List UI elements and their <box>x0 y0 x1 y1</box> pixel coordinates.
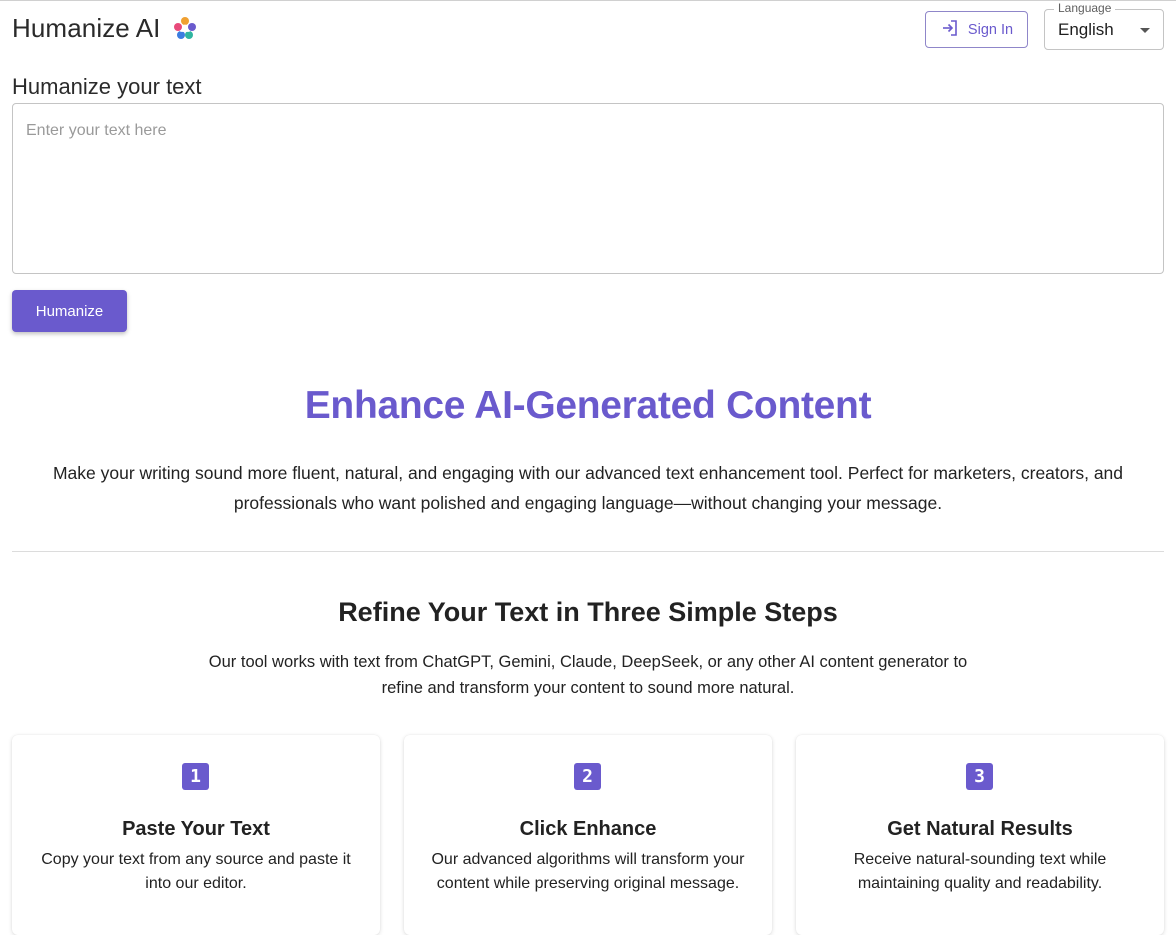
section-divider <box>12 551 1164 552</box>
step-text: Receive natural-sounding text while main… <box>853 851 1107 892</box>
step-text: Copy your text from any source and paste… <box>41 851 351 892</box>
sign-in-icon <box>940 18 960 42</box>
brand[interactable]: Humanize AI <box>12 13 199 44</box>
step-title: Click Enhance <box>519 818 657 840</box>
step-text: Our advanced algorithms will transform y… <box>431 851 745 892</box>
step-title: Paste Your Text <box>122 818 270 840</box>
humanize-button[interactable]: Humanize <box>12 290 127 332</box>
sign-in-button[interactable]: Sign In <box>925 11 1028 48</box>
steps-title: Refine Your Text in Three Simple Steps <box>338 597 838 627</box>
steps-description: Our tool works with text from ChatGPT, G… <box>208 653 968 697</box>
language-value: English <box>1058 20 1114 39</box>
language-select[interactable]: Language English <box>1044 1 1164 50</box>
brand-name: Humanize AI <box>12 13 161 43</box>
hero-title: Enhance AI-Generated Content <box>304 384 872 427</box>
step-card-1: 1 Paste Your Text Copy your text from an… <box>12 735 380 935</box>
language-label: Language <box>1054 1 1116 15</box>
step-number-1-icon: 1 <box>182 763 209 790</box>
step-number-2-icon: 2 <box>574 763 601 790</box>
step-card-2: 2 Click Enhance Our advanced algorithms … <box>404 735 772 935</box>
caret-down-icon[interactable] <box>1140 28 1150 33</box>
sign-in-label: Sign In <box>967 21 1014 38</box>
text-input[interactable] <box>12 103 1164 274</box>
editor-title: Humanize your text <box>12 74 202 99</box>
hero-description: Make your writing sound more fluent, nat… <box>52 463 1124 513</box>
step-card-3: 3 Get Natural Results Receive natural-so… <box>796 735 1164 935</box>
brand-logo-icon <box>171 15 199 43</box>
step-number-3-icon: 3 <box>966 763 993 790</box>
step-title: Get Natural Results <box>887 818 1073 840</box>
app-header: Humanize AI Sign In Language English <box>12 0 1164 60</box>
